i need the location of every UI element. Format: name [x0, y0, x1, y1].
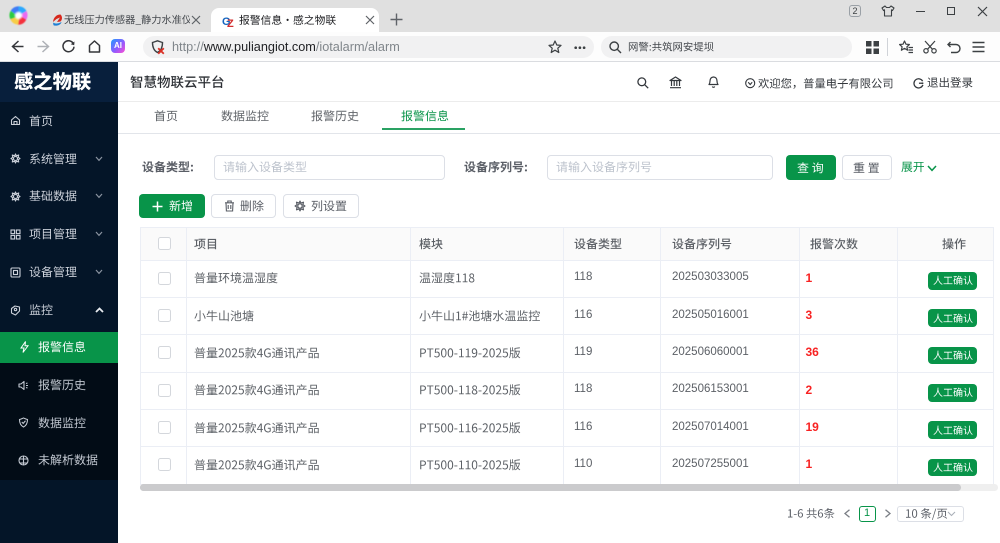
svg-text:Z: Z	[227, 18, 234, 28]
